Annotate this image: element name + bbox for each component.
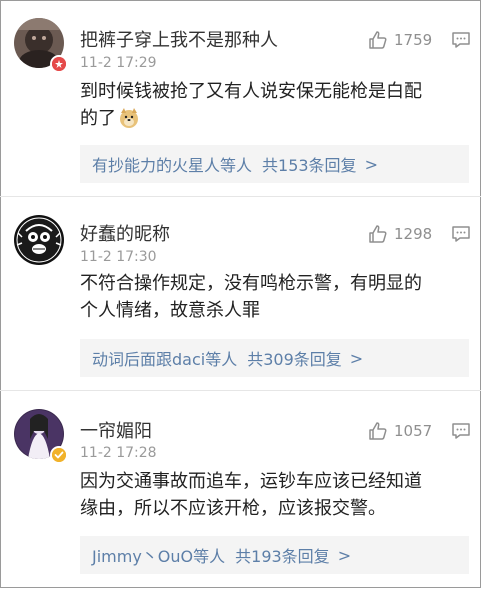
reply-count: 共193条回复 bbox=[235, 547, 330, 566]
comment-text: 不符合操作规定，没有鸣枪示警，有明显的 个人情绪，故意杀人罪 bbox=[80, 270, 460, 324]
verified-badge-icon bbox=[50, 446, 68, 464]
comment-item: 把裤子穿上我不是那种人 11-2 17:29 1759 到时候钱被抢了又有人说安… bbox=[0, 0, 481, 196]
timestamp: 11-2 17:28 bbox=[80, 445, 157, 461]
username[interactable]: 把裤子穿上我不是那种人 bbox=[80, 26, 278, 52]
badge-fill bbox=[52, 448, 66, 462]
thumbs-up-icon bbox=[369, 225, 387, 243]
reply-count: 共153条回复 bbox=[262, 156, 357, 175]
like-count: 1298 bbox=[394, 225, 433, 243]
reply-summary[interactable]: 有抄能力的火星人等人 共153条回复 > bbox=[80, 145, 469, 183]
comment-text-line: 到时候钱被抢了又有人说安保无能枪是白配 bbox=[80, 81, 422, 102]
comment-text-line: 因为交通事故而追车，运钞车应该已经知道 bbox=[80, 471, 422, 492]
chevron-right-icon: > bbox=[349, 348, 364, 368]
like-count: 1057 bbox=[394, 422, 433, 440]
like-count: 1759 bbox=[394, 31, 433, 49]
chevron-right-icon: > bbox=[364, 154, 378, 174]
comment-reply-icon[interactable] bbox=[451, 30, 471, 54]
comment-text: 到时候钱被抢了又有人说安保无能枪是白配 的了 bbox=[80, 78, 460, 137]
like-button[interactable]: 1057 bbox=[368, 421, 432, 441]
reply-count: 共309条回复 bbox=[247, 350, 342, 369]
reply-users: Jimmy丶OuO等人 bbox=[92, 547, 226, 566]
doge-emoji-icon bbox=[118, 107, 140, 137]
reply-summary[interactable]: Jimmy丶OuO等人 共193条回复 > bbox=[80, 536, 469, 574]
comment-text-line: 缘由，所以不应该开枪，应该报交警。 bbox=[80, 498, 386, 519]
avatar[interactable] bbox=[14, 215, 64, 265]
comment-item: 好蠢的昵称 11-2 17:30 1298 不符合操作规定，没有鸣枪示警，有明显… bbox=[0, 196, 481, 391]
username[interactable]: 一帘媚阳 bbox=[80, 417, 152, 443]
comment-text-line: 不符合操作规定，没有鸣枪示警，有明显的 bbox=[80, 273, 422, 294]
username[interactable]: 好蠢的昵称 bbox=[80, 220, 170, 246]
comment-text: 因为交通事故而追车，运钞车应该已经知道 缘由，所以不应该开枪，应该报交警。 bbox=[80, 468, 460, 522]
comment-text-line: 个人情绪，故意杀人罪 bbox=[80, 300, 260, 321]
thumbs-up-icon bbox=[369, 422, 387, 440]
timestamp: 11-2 17:29 bbox=[80, 55, 157, 71]
reply-users: 有抄能力的火星人等人 bbox=[92, 156, 253, 175]
like-button[interactable]: 1759 bbox=[368, 30, 432, 50]
comment-item: 一帘媚阳 11-2 17:28 1057 因为交通事故而追车，运钞车应该已经知道… bbox=[0, 390, 481, 589]
reply-summary[interactable]: 动词后面跟daci等人 共309条回复 > bbox=[80, 339, 469, 377]
comment-reply-icon[interactable] bbox=[451, 224, 471, 248]
reply-users: 动词后面跟daci等人 bbox=[92, 350, 238, 369]
comment-reply-icon[interactable] bbox=[451, 421, 471, 445]
comment-text-line: 的了 bbox=[80, 105, 460, 137]
verified-badge-icon bbox=[50, 55, 68, 73]
timestamp: 11-2 17:30 bbox=[80, 249, 157, 265]
like-button[interactable]: 1298 bbox=[368, 224, 432, 244]
chevron-right-icon: > bbox=[337, 545, 352, 565]
thumbs-up-icon bbox=[369, 31, 387, 49]
